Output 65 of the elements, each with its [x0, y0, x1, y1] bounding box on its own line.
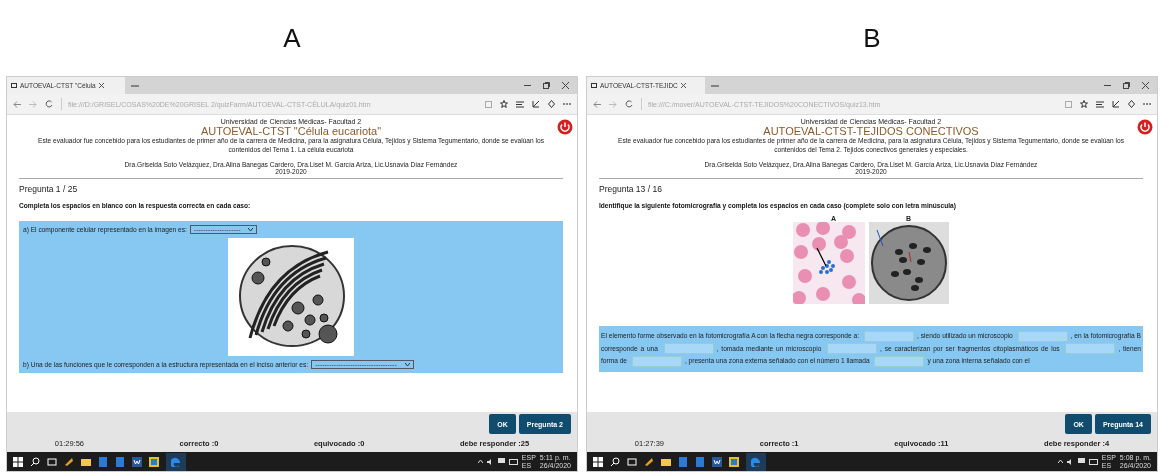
browser-taskbar-button[interactable]	[746, 452, 766, 471]
star-icon[interactable]	[1080, 100, 1088, 108]
word-icon[interactable]	[712, 456, 722, 467]
restore-icon[interactable]	[1123, 82, 1130, 89]
fill-in-field[interactable]	[1065, 343, 1116, 355]
keyboard-icon[interactable]	[1088, 458, 1098, 465]
minimize-icon[interactable]	[1104, 84, 1111, 87]
caret-icon[interactable]	[477, 460, 483, 463]
app-icon[interactable]	[149, 456, 159, 467]
question-counter: Pregunta 1 / 25	[19, 184, 79, 194]
task-view-icon[interactable]	[47, 456, 57, 467]
document-icon[interactable]	[98, 456, 108, 467]
back-icon[interactable]	[13, 100, 21, 108]
app-icon[interactable]	[64, 456, 74, 467]
folder-icon[interactable]	[81, 456, 91, 467]
word-icon[interactable]	[132, 456, 142, 467]
search-icon[interactable]	[610, 456, 620, 467]
notification-icon[interactable]	[497, 458, 505, 465]
close-tab-icon[interactable]	[98, 83, 104, 88]
question-counter: Pregunta 13 / 16	[599, 184, 663, 194]
windows-icon[interactable]	[593, 456, 603, 467]
star-icon[interactable]	[500, 100, 508, 108]
panel-label: B	[863, 21, 881, 55]
browser-icon	[171, 456, 181, 467]
keyboard-icon[interactable]	[508, 458, 518, 465]
browser-taskbar-button[interactable]	[166, 452, 186, 471]
caret-icon	[248, 228, 254, 231]
fill-in-field[interactable]	[663, 343, 714, 355]
windows-icon[interactable]	[13, 456, 23, 467]
fill-in-field[interactable]	[827, 343, 878, 355]
hub-icon[interactable]	[516, 100, 524, 108]
quiz-title: AUTOEVAL-CTST-TEJIDOS CONECTIVOS	[763, 125, 979, 137]
panel-label: A	[283, 21, 301, 55]
document-icon[interactable]	[678, 456, 688, 467]
page-icon	[591, 83, 597, 88]
fill-in-field[interactable]	[874, 355, 925, 367]
fill-in-field[interactable]	[631, 355, 682, 367]
document-icon[interactable]	[115, 456, 125, 467]
app-icon[interactable]	[729, 456, 739, 467]
close-icon[interactable]	[562, 82, 569, 89]
close-tab-icon[interactable]	[680, 83, 686, 88]
power-icon[interactable]	[1137, 119, 1153, 135]
volume-icon[interactable]	[1066, 458, 1074, 465]
fill-in-field[interactable]	[864, 330, 915, 342]
hub-icon[interactable]	[1096, 100, 1104, 108]
minimize-icon[interactable]	[524, 84, 531, 87]
app-icon[interactable]	[644, 456, 654, 467]
quiz-title: AUTOEVAL-CTST "Célula eucariota"	[200, 125, 382, 137]
search-icon[interactable]	[30, 456, 40, 467]
power-icon[interactable]	[557, 119, 573, 135]
task-view-icon[interactable]	[627, 456, 637, 467]
caret-icon[interactable]	[1057, 460, 1063, 463]
close-icon[interactable]	[1142, 82, 1149, 89]
refresh-icon[interactable]	[45, 100, 53, 108]
fill-in-field[interactable]	[1017, 330, 1068, 342]
refresh-icon[interactable]	[625, 100, 633, 108]
browser-icon	[751, 456, 761, 467]
document-icon[interactable]	[695, 456, 705, 467]
folder-icon[interactable]	[661, 456, 671, 467]
volume-icon[interactable]	[486, 458, 494, 465]
notification-icon[interactable]	[1077, 458, 1085, 465]
back-icon[interactable]	[593, 100, 601, 108]
page-icon	[11, 83, 17, 88]
caret-icon	[404, 363, 410, 366]
restore-icon[interactable]	[543, 82, 550, 89]
